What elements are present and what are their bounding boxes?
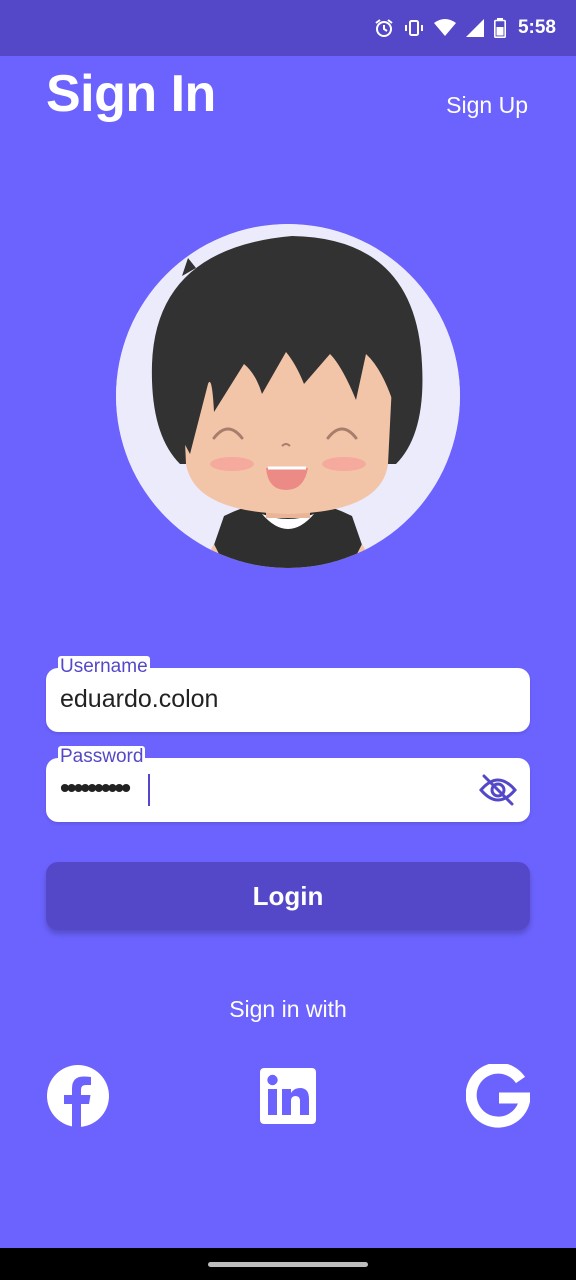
navigation-bar [0, 1248, 576, 1280]
wifi-icon [433, 19, 456, 37]
login-button[interactable]: Login [46, 862, 530, 930]
avatar [116, 224, 460, 568]
sign-in-with-heading: Sign in with [229, 996, 347, 1022]
battery-icon [493, 18, 506, 38]
username-label: Username [58, 656, 150, 678]
google-icon[interactable] [466, 1064, 530, 1128]
vibrate-icon [404, 18, 424, 38]
linkedin-icon[interactable] [256, 1064, 320, 1128]
home-gesture-handle[interactable] [208, 1262, 368, 1267]
password-label: Password [58, 746, 146, 768]
page-title: Sign In [46, 65, 216, 123]
sign-up-link[interactable]: Sign Up [446, 92, 528, 119]
text-caret [148, 774, 150, 806]
status-time: 5:58 [517, 17, 556, 38]
eye-off-icon[interactable] [478, 772, 518, 813]
password-input[interactable]: •••••••••• [60, 772, 131, 804]
avatar-illustration [116, 224, 460, 568]
signal-icon [465, 19, 484, 37]
facebook-icon[interactable] [46, 1064, 110, 1128]
alarm-icon [374, 18, 394, 38]
username-input[interactable]: eduardo.colon [60, 685, 218, 714]
status-bar: 5:58 [0, 0, 576, 56]
username-field[interactable]: Username eduardo.colon [46, 656, 530, 732]
password-field[interactable]: Password •••••••••• [46, 746, 530, 822]
